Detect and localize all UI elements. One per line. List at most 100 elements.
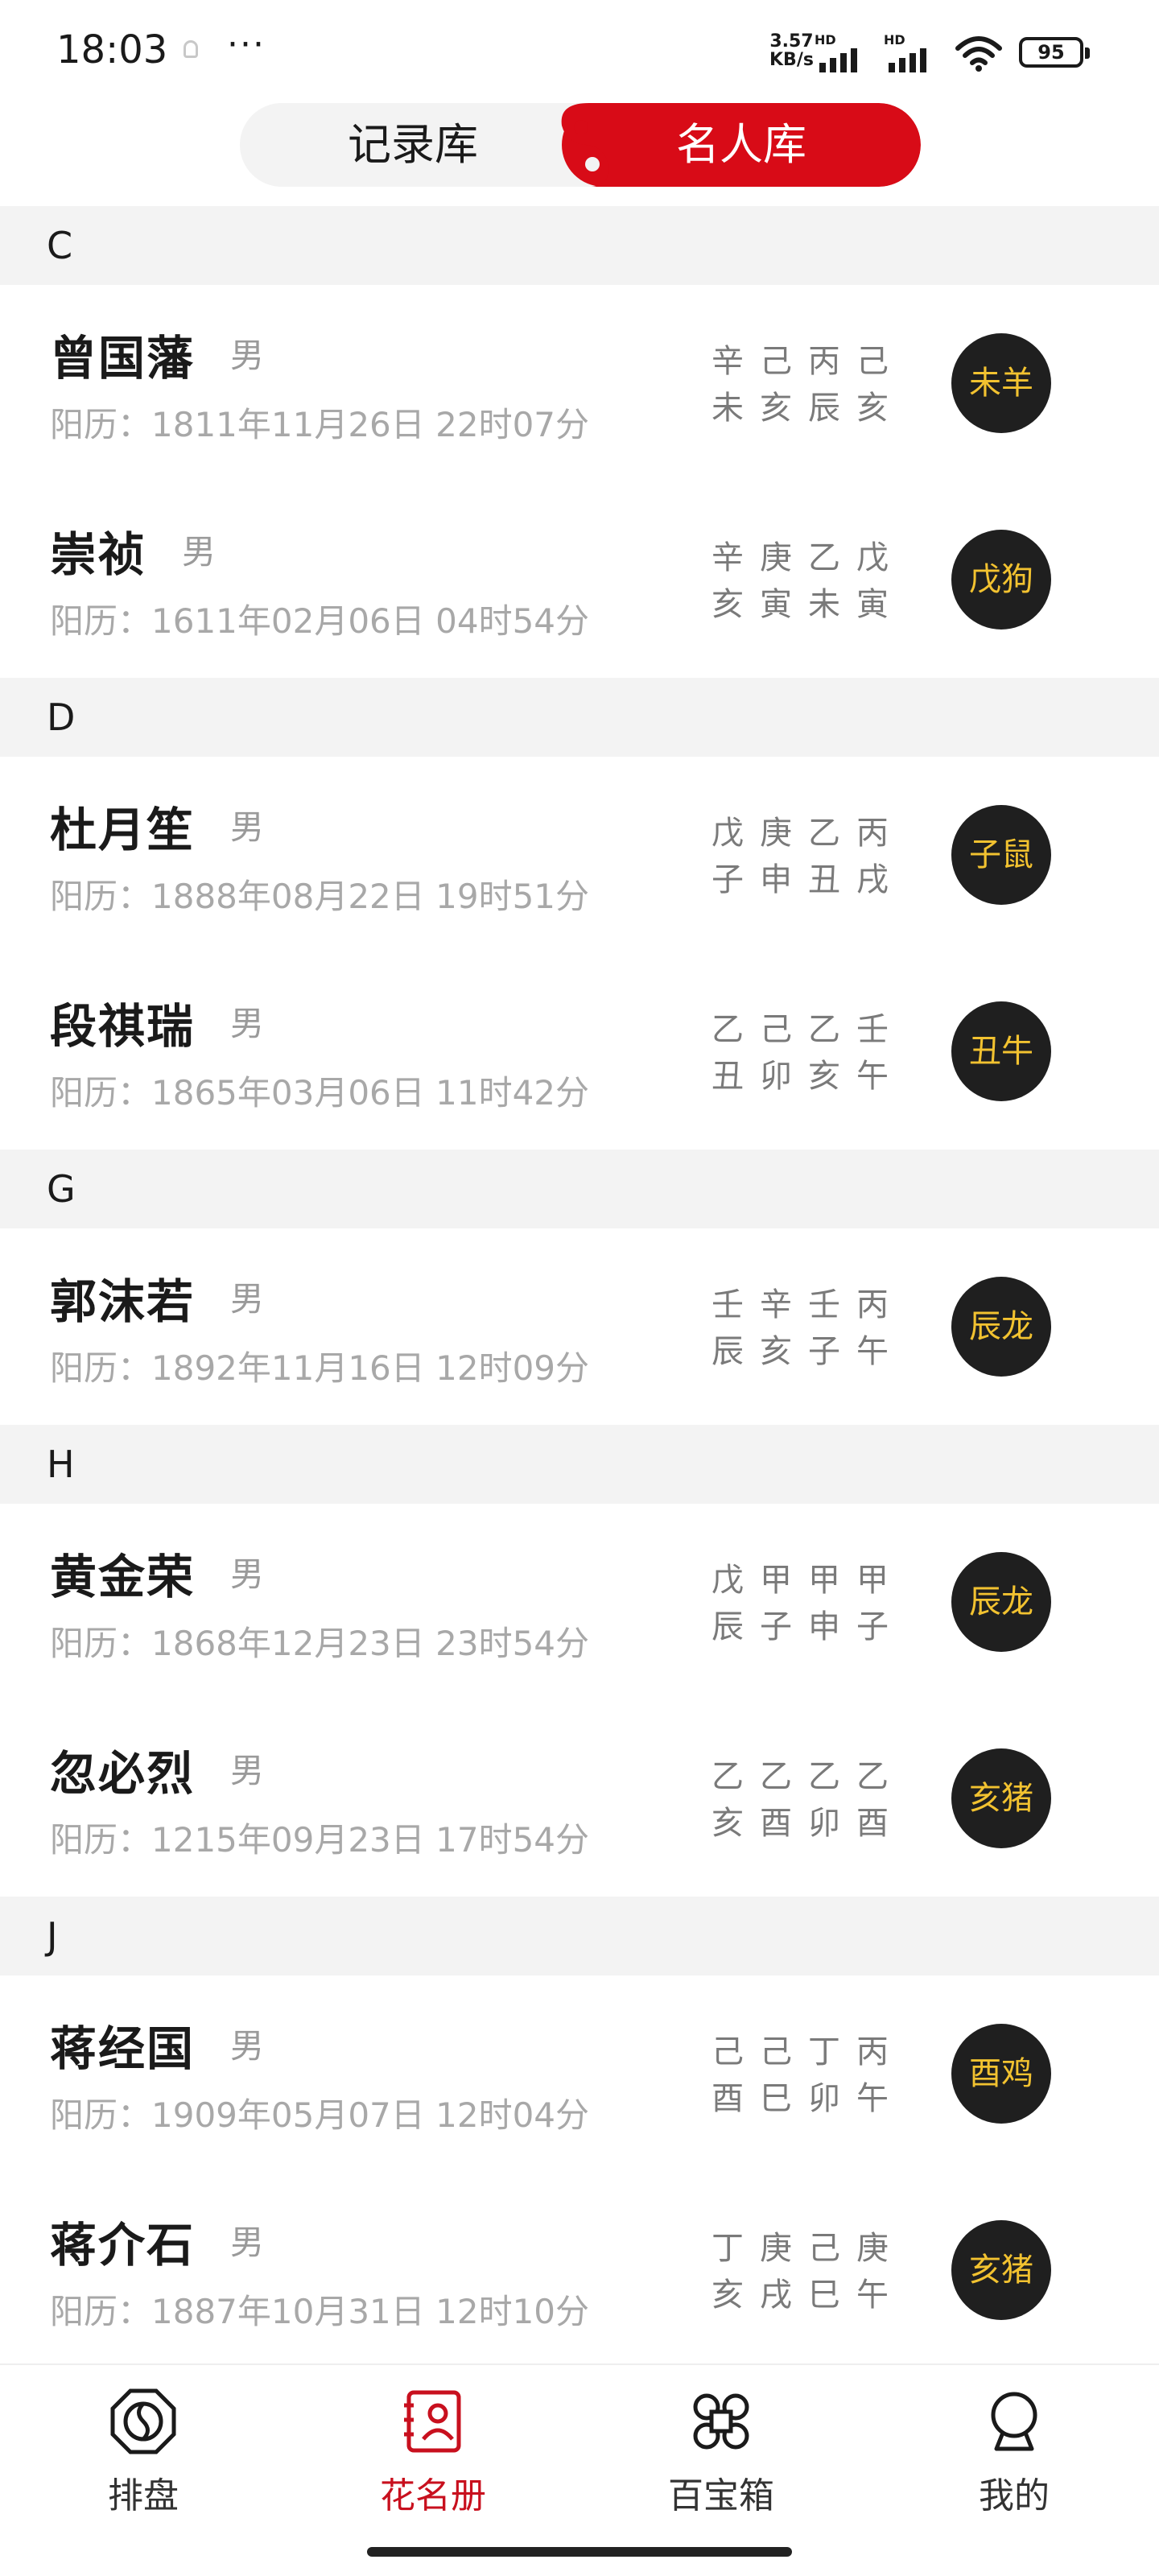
person-name: 段祺瑞 xyxy=(50,999,196,1054)
zodiac-badge: 辰龙 xyxy=(951,1552,1051,1652)
person-gender: 男 xyxy=(230,336,265,375)
list-item[interactable]: 杜月笙男阳历：1888年08月22日 19时51分 戊庚乙丙 子申丑戌 子鼠 xyxy=(0,757,1159,953)
birth-date: 阳历：1215年09月23日 17时54分 xyxy=(50,1820,590,1860)
bazi-pillars: 辛己丙己 未亥辰亥 xyxy=(711,338,905,431)
nav-toolbox[interactable]: 百宝箱 xyxy=(625,2388,818,2533)
section-header: D xyxy=(0,678,1159,757)
person-name: 郭沫若 xyxy=(50,1274,196,1329)
list-item[interactable]: 蒋经国男阳历：1909年05月07日 12时04分 己己丁丙 酉巳卯午 酉鸡 xyxy=(0,1975,1159,2172)
tab-records[interactable]: 记录库 xyxy=(240,103,586,187)
bazi-pillars: 乙己乙壬 丑卯亥午 xyxy=(711,1006,905,1100)
person-gender: 男 xyxy=(230,1279,265,1319)
list-item[interactable]: 段祺瑞男阳历：1865年03月06日 11时42分 乙己乙壬 丑卯亥午 丑牛 xyxy=(0,953,1159,1150)
zodiac-badge: 亥猪 xyxy=(951,2220,1051,2320)
library-switch: 记录库 名人库 xyxy=(240,103,921,187)
earthly-branches: 亥寅未寅 xyxy=(711,586,905,623)
section-header: G xyxy=(0,1150,1159,1228)
person-gender: 男 xyxy=(182,532,217,572)
bazi-pillars: 辛庚乙戊 亥寅未寅 xyxy=(711,535,905,628)
bagua-icon xyxy=(110,2388,176,2454)
status-time: 18:03 xyxy=(56,27,168,72)
earthly-branches: 丑卯亥午 xyxy=(711,1058,905,1095)
zodiac-badge: 酉鸡 xyxy=(951,2024,1051,2124)
section-header: J xyxy=(0,1897,1159,1975)
roster-icon xyxy=(404,2390,461,2453)
nav-label-profile: 我的 xyxy=(979,2475,1050,2516)
hd-label-2: HD xyxy=(884,32,905,47)
signal-icon: HD xyxy=(815,32,869,72)
list-item[interactable]: 蒋介石男阳历：1887年10月31日 12时10分 丁庚己庚 亥戌巳午 亥猪 xyxy=(0,2172,1159,2368)
notification-icon xyxy=(184,40,198,58)
earthly-branches: 辰亥子午 xyxy=(711,1333,905,1370)
birth-date: 阳历：1887年10月31日 12时10分 xyxy=(50,2292,590,2331)
nav-paipan[interactable]: 排盘 xyxy=(47,2388,240,2533)
signal-icon-2: HD xyxy=(884,32,938,72)
earthly-branches: 辰子申子 xyxy=(711,1608,905,1645)
section-header: C xyxy=(0,206,1159,285)
person-name: 蒋介石 xyxy=(50,2218,196,2273)
heavenly-stems: 己己丁丙 xyxy=(711,2033,905,2070)
birth-date: 阳历：1909年05月07日 12时04分 xyxy=(50,2095,590,2135)
heavenly-stems: 乙己乙壬 xyxy=(711,1011,905,1048)
battery-icon: 95 xyxy=(1019,37,1090,68)
bazi-pillars: 乙乙乙乙 亥酉卯酉 xyxy=(711,1753,905,1847)
zodiac-badge: 子鼠 xyxy=(951,805,1051,905)
person-name: 忽必烈 xyxy=(50,1746,196,1801)
command-icon xyxy=(693,2393,749,2450)
person-gender: 男 xyxy=(230,1554,265,1594)
heavenly-stems: 丁庚己庚 xyxy=(711,2230,905,2267)
network-speed-unit: KB/s xyxy=(769,50,814,70)
list-item[interactable]: 忽必烈男阳历：1215年09月23日 17时54分 乙乙乙乙 亥酉卯酉 亥猪 xyxy=(0,1700,1159,1897)
person-name: 蒋经国 xyxy=(50,2021,196,2076)
birth-date: 阳历：1811年11月26日 22时07分 xyxy=(50,405,590,444)
heavenly-stems: 辛己丙己 xyxy=(711,343,905,380)
birth-date: 阳历：1868年12月23日 23时54分 xyxy=(50,1624,590,1663)
network-speed: 3.57 KB/s xyxy=(769,32,814,69)
list-item[interactable]: 黄金荣男阳历：1868年12月23日 23时54分 戊甲甲甲 辰子申子 辰龙 xyxy=(0,1504,1159,1700)
more-notifications-icon: ··· xyxy=(227,24,266,65)
zodiac-badge: 亥猪 xyxy=(951,1748,1051,1848)
birth-date: 阳历：1892年11月16日 12时09分 xyxy=(50,1348,590,1388)
bazi-pillars: 己己丁丙 酉巳卯午 xyxy=(711,2029,905,2122)
person-name: 崇祯 xyxy=(50,527,147,582)
list-item[interactable]: 郭沫若男阳历：1892年11月16日 12时09分 壬辛壬丙 辰亥子午 辰龙 xyxy=(0,1228,1159,1425)
nav-roster[interactable]: 花名册 xyxy=(336,2388,530,2533)
nav-profile[interactable]: 我的 xyxy=(918,2388,1111,2533)
birth-date: 阳历：1611年02月06日 04时54分 xyxy=(50,601,590,641)
heavenly-stems: 戊甲甲甲 xyxy=(711,1562,905,1599)
bazi-pillars: 戊甲甲甲 辰子申子 xyxy=(711,1557,905,1650)
zodiac-badge: 辰龙 xyxy=(951,1277,1051,1377)
bazi-pillars: 丁庚己庚 亥戌巳午 xyxy=(711,2225,905,2318)
heavenly-stems: 戊庚乙丙 xyxy=(711,815,905,852)
earthly-branches: 未亥辰亥 xyxy=(711,390,905,427)
earthly-branches: 亥戌巳午 xyxy=(711,2277,905,2314)
heavenly-stems: 乙乙乙乙 xyxy=(711,1758,905,1795)
bazi-pillars: 戊庚乙丙 子申丑戌 xyxy=(711,810,905,903)
list-item[interactable]: 曾国藩男阳历：1811年11月26日 22时07分 辛己丙己 未亥辰亥 未羊 xyxy=(0,285,1159,481)
person-gender: 男 xyxy=(230,1751,265,1790)
hd-label: HD xyxy=(815,32,836,47)
person-gender: 男 xyxy=(230,2026,265,2066)
earthly-branches: 酉巳卯午 xyxy=(711,2080,905,2117)
section-header: H xyxy=(0,1425,1159,1504)
profile-icon xyxy=(991,2392,1037,2451)
zodiac-badge: 未羊 xyxy=(951,333,1051,433)
yin-yang-icon xyxy=(561,103,620,187)
zodiac-badge: 戊狗 xyxy=(951,530,1051,630)
heavenly-stems: 辛庚乙戊 xyxy=(711,539,905,576)
bazi-pillars: 壬辛壬丙 辰亥子午 xyxy=(711,1282,905,1375)
birth-date: 阳历：1888年08月22日 19时51分 xyxy=(50,877,590,916)
wifi-icon xyxy=(955,36,1002,72)
bottom-nav: 排盘 花名册 百宝箱 我的 xyxy=(0,2363,1159,2576)
earthly-branches: 亥酉卯酉 xyxy=(711,1805,905,1842)
person-gender: 男 xyxy=(230,807,265,847)
earthly-branches: 子申丑戌 xyxy=(711,861,905,898)
list-item[interactable]: 崇祯男阳历：1611年02月06日 04时54分 辛庚乙戊 亥寅未寅 戊狗 xyxy=(0,481,1159,678)
person-gender: 男 xyxy=(230,2223,265,2262)
person-name: 曾国藩 xyxy=(50,331,196,386)
nav-label-toolbox: 百宝箱 xyxy=(668,2475,774,2516)
home-indicator[interactable] xyxy=(367,2547,792,2557)
person-name: 黄金荣 xyxy=(50,1550,196,1604)
celebrity-list: C 曾国藩男阳历：1811年11月26日 22时07分 辛己丙己 未亥辰亥 未羊 崇祯男阳… xyxy=(0,206,1159,2368)
nav-label-roster: 花名册 xyxy=(380,2475,486,2516)
